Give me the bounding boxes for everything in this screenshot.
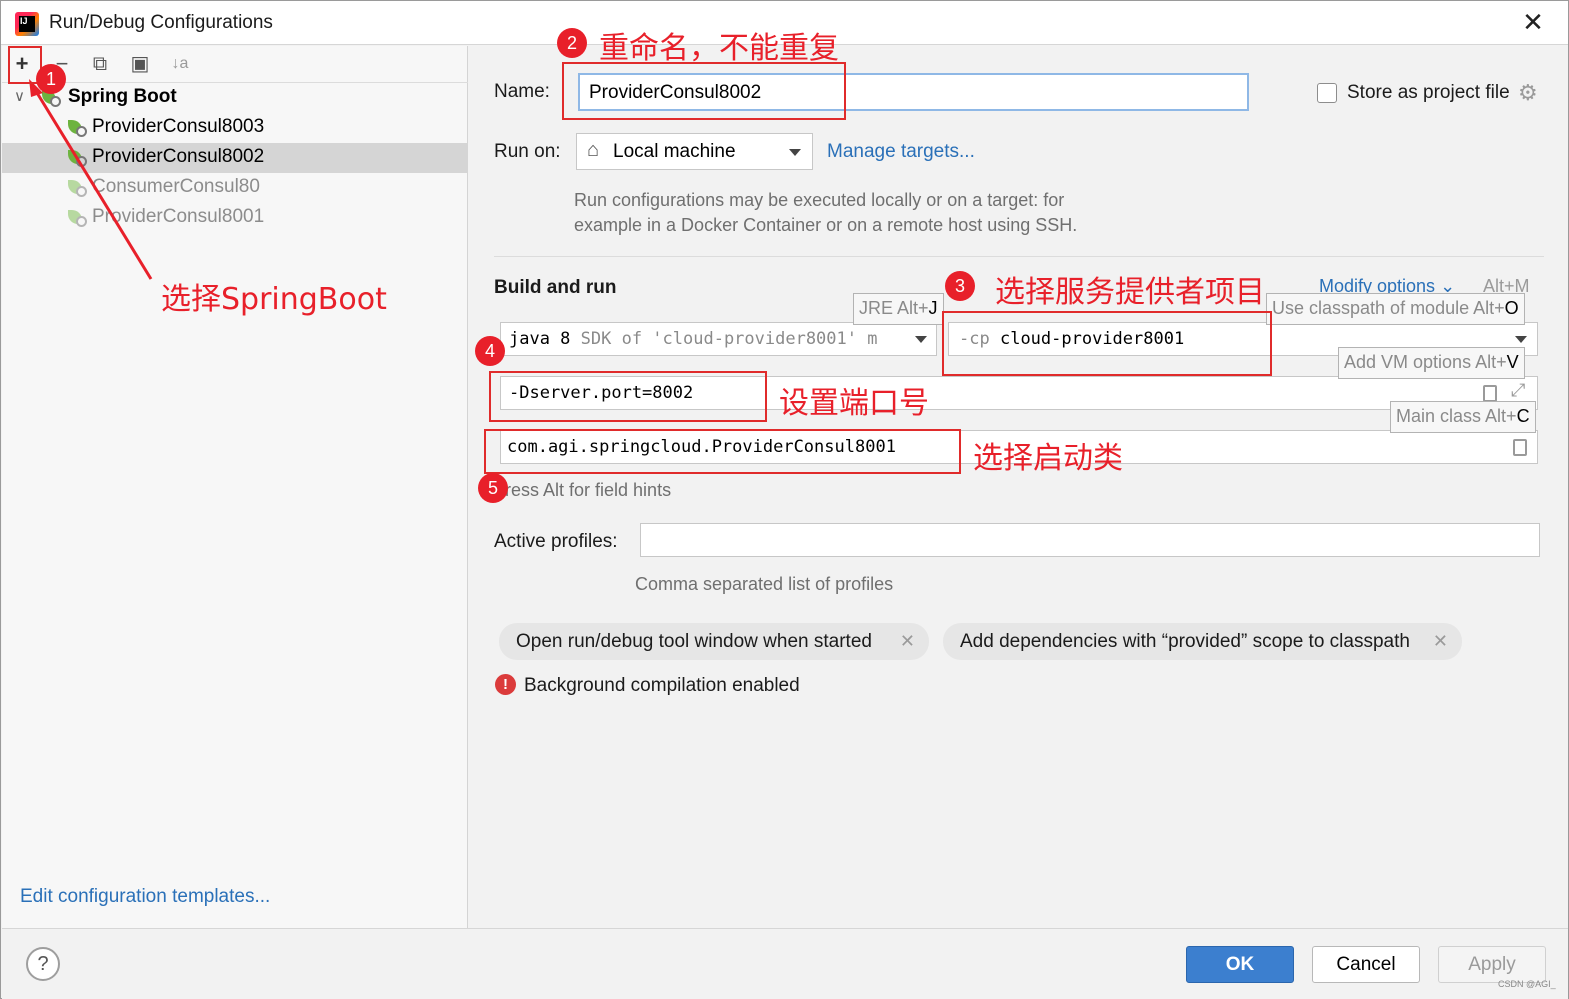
annotation-box-vm-options bbox=[489, 371, 767, 422]
annotation-badge-5: 5 bbox=[478, 473, 508, 503]
annotation-text-3: 选择服务提供者项目 bbox=[995, 275, 1265, 310]
annotation-text-4: 设置端口号 bbox=[779, 386, 929, 421]
annotation-badge-2: 2 bbox=[557, 28, 587, 58]
annotation-box-main-class bbox=[484, 429, 961, 474]
annotation-text-1: 选择SpringBoot bbox=[161, 282, 387, 317]
annotation-text-2: 重命名，不能重复 bbox=[599, 31, 839, 66]
annotation-badge-3: 3 bbox=[945, 271, 975, 301]
annotation-box-classpath bbox=[942, 311, 1272, 376]
annotation-box-name bbox=[562, 62, 846, 120]
annotation-arrow bbox=[29, 79, 153, 280]
annotation-badge-1: 1 bbox=[36, 64, 66, 94]
annotation-text-5: 选择启动类 bbox=[973, 441, 1123, 476]
run-debug-dialog: IJ Run/Debug Configurations ✕ + − ⧉ ▣ ↓a… bbox=[0, 0, 1569, 999]
annotation-badge-4: 4 bbox=[475, 336, 505, 366]
